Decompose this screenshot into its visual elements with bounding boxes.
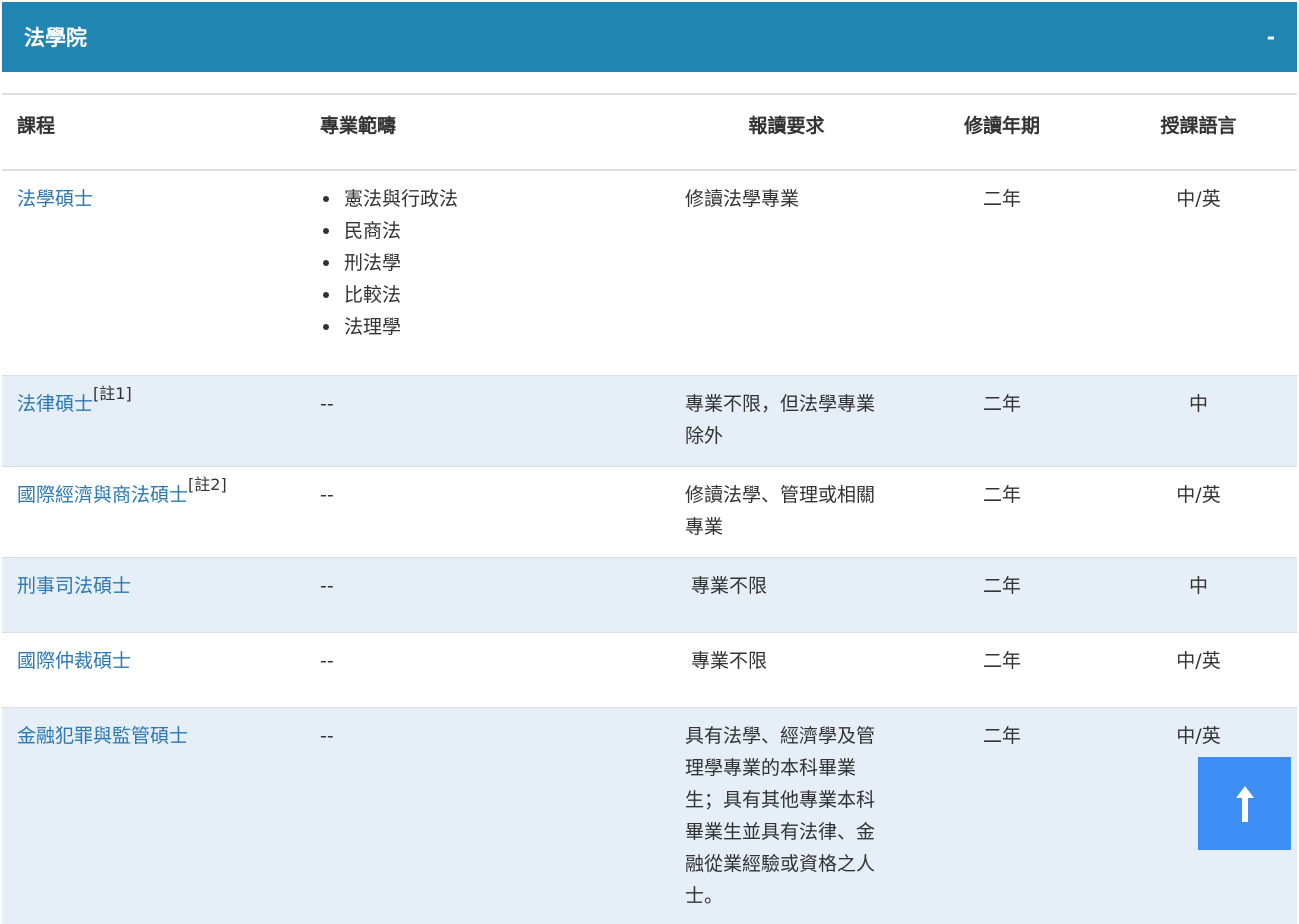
specialization-cell: --: [304, 631, 669, 707]
programs-table: 課程 專業範疇 報讀要求 修讀年期 授課語言 法學碩士 憲法與行政法 民商法 刑…: [2, 93, 1297, 924]
course-cell: 金融犯罪與監管碩士: [2, 706, 304, 924]
list-item: 民商法: [320, 215, 669, 247]
list-item: 刑法學: [320, 247, 669, 279]
header-course: 課程: [2, 93, 304, 171]
list-item: 憲法與行政法: [320, 183, 669, 215]
specialization-cell: --: [304, 465, 669, 557]
note-marker: [註2]: [188, 474, 227, 494]
duration-cell: 二年: [904, 465, 1100, 557]
table-row: 法律碩士[註1] -- 專業不限，但法學專業除外 二年 中: [2, 374, 1297, 466]
course-cell: 國際仲裁碩士: [2, 631, 304, 707]
requirement-cell: 修讀法學專業: [669, 169, 904, 375]
header-specialization: 專業範疇: [304, 93, 669, 171]
language-cell: 中/英: [1100, 465, 1297, 557]
back-to-top-button[interactable]: [1198, 757, 1291, 850]
language-cell: 中/英: [1100, 169, 1297, 375]
course-link[interactable]: 法律碩士: [17, 393, 93, 415]
specialization-cell: 憲法與行政法 民商法 刑法學 比較法 法理學: [304, 169, 669, 375]
requirement-cell: 修讀法學、管理或相關專業: [669, 465, 904, 557]
header-language: 授課語言: [1100, 93, 1297, 171]
course-link[interactable]: 國際仲裁碩士: [17, 650, 131, 672]
duration-cell: 二年: [904, 374, 1100, 466]
course-cell: 國際經濟與商法碩士[註2]: [2, 465, 304, 557]
duration-cell: 二年: [904, 706, 1100, 924]
faculty-title: 法學院: [24, 26, 87, 50]
requirement-cell: 專業不限，但法學專業除外: [669, 374, 904, 466]
specialization-cell: --: [304, 374, 669, 466]
course-link[interactable]: 刑事司法碩士: [17, 575, 131, 597]
course-cell: 刑事司法碩士: [2, 556, 304, 632]
course-link[interactable]: 國際經濟與商法碩士: [17, 484, 188, 506]
list-item: 比較法: [320, 279, 669, 311]
course-link[interactable]: 金融犯罪與監管碩士: [17, 725, 188, 747]
specialization-cell: --: [304, 706, 669, 924]
language-cell: 中/英: [1100, 631, 1297, 707]
language-cell: 中: [1100, 374, 1297, 466]
duration-cell: 二年: [904, 169, 1100, 375]
list-item: 法理學: [320, 311, 669, 343]
table-row: 國際經濟與商法碩士[註2] -- 修讀法學、管理或相關專業 二年 中/英: [2, 465, 1297, 557]
table-row: 刑事司法碩士 -- 專業不限 二年 中: [2, 556, 1297, 632]
specialization-cell: --: [304, 556, 669, 632]
collapse-toggle[interactable]: -: [1267, 25, 1275, 49]
header-duration: 修讀年期: [904, 93, 1100, 171]
header-requirement: 報讀要求: [669, 93, 904, 171]
table-row: 法學碩士 憲法與行政法 民商法 刑法學 比較法 法理學 修讀法學專業 二年 中/…: [2, 169, 1297, 375]
table-row: 國際仲裁碩士 -- 專業不限 二年 中/英: [2, 631, 1297, 707]
course-link[interactable]: 法學碩士: [17, 188, 93, 210]
duration-cell: 二年: [904, 556, 1100, 632]
course-cell: 法律碩士[註1]: [2, 374, 304, 466]
requirement-cell: 專業不限: [669, 556, 904, 632]
duration-cell: 二年: [904, 631, 1100, 707]
requirement-cell: 具有法學、經濟學及管理學專業的本科畢業生；具有其他專業本科畢業生並具有法律、金融…: [669, 706, 904, 924]
faculty-panel-header[interactable]: 法學院 -: [2, 2, 1297, 72]
course-cell: 法學碩士: [2, 169, 304, 375]
requirement-cell: 專業不限: [669, 631, 904, 707]
language-cell: 中: [1100, 556, 1297, 632]
note-marker: [註1]: [93, 383, 132, 403]
specialization-list: 憲法與行政法 民商法 刑法學 比較法 法理學: [320, 183, 669, 343]
table-row: 金融犯罪與監管碩士 -- 具有法學、經濟學及管理學專業的本科畢業生；具有其他專業…: [2, 706, 1297, 924]
table-header-row: 課程 專業範疇 報讀要求 修讀年期 授課語言: [2, 93, 1297, 171]
arrow-up-icon: [1235, 785, 1254, 822]
